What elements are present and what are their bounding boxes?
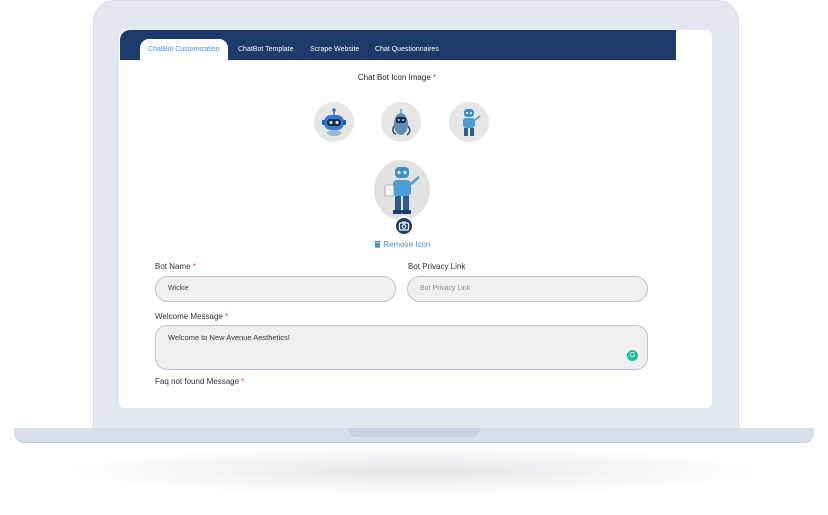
robot-round-icon xyxy=(392,109,411,136)
laptop-shadow xyxy=(60,446,768,496)
welcome-message-label-text: Welcome Message xyxy=(155,312,223,321)
required-marker: * xyxy=(241,377,245,386)
icon-section-title-text: Chat Bot Icon Image xyxy=(357,73,431,82)
bot-name-input[interactable]: Wickie xyxy=(155,276,396,302)
bot-icon-option-3[interactable] xyxy=(449,102,489,142)
camera-icon xyxy=(398,221,410,231)
trash-icon xyxy=(374,241,381,248)
bot-privacy-link-input[interactable]: Bot Privacy Link xyxy=(407,276,648,302)
bot-icon-option-2[interactable] xyxy=(381,102,421,142)
bot-privacy-label: Bot Privacy Link xyxy=(408,262,465,271)
welcome-message-textarea[interactable]: Welcome to New Avenue Aesthetics! xyxy=(155,325,648,370)
robot-head-icon xyxy=(322,108,346,136)
required-marker: * xyxy=(225,312,229,321)
bot-name-label: Bot Name * xyxy=(155,262,196,271)
icon-section-title: Chat Bot Icon Image * xyxy=(119,73,675,82)
welcome-message-label: Welcome Message * xyxy=(155,312,228,321)
tab-chat-questionnaires[interactable]: Chat Questionnaires xyxy=(375,39,439,60)
robot-standing-icon xyxy=(463,109,481,136)
faq-not-found-label: Faq not found Message * xyxy=(155,377,244,386)
faq-not-found-label-text: Faq not found Message xyxy=(155,377,240,386)
app-screen: ChatBot Customization ChatBot Template S… xyxy=(119,30,712,408)
bot-icon-option-1[interactable] xyxy=(314,102,354,142)
remove-icon-link[interactable]: Remove Icon xyxy=(374,240,430,249)
robot-selected-icon xyxy=(384,167,420,214)
tab-scrape-website[interactable]: Scrape Website xyxy=(310,39,359,60)
tab-chatbot-customization[interactable]: ChatBot Customization xyxy=(140,39,228,60)
laptop-notch xyxy=(348,428,480,437)
required-marker: * xyxy=(192,262,196,271)
bot-privacy-label-text: Bot Privacy Link xyxy=(408,262,466,271)
required-marker: * xyxy=(433,73,437,82)
remove-icon-label: Remove Icon xyxy=(383,240,431,249)
tab-bar: ChatBot Customization ChatBot Template S… xyxy=(120,30,676,60)
upload-camera-button[interactable] xyxy=(394,216,414,236)
tab-chatbot-template[interactable]: ChatBot Template xyxy=(238,39,294,60)
bot-name-label-text: Bot Name xyxy=(155,262,191,271)
grammarly-icon[interactable]: G xyxy=(627,350,638,361)
selected-bot-icon xyxy=(374,160,430,220)
